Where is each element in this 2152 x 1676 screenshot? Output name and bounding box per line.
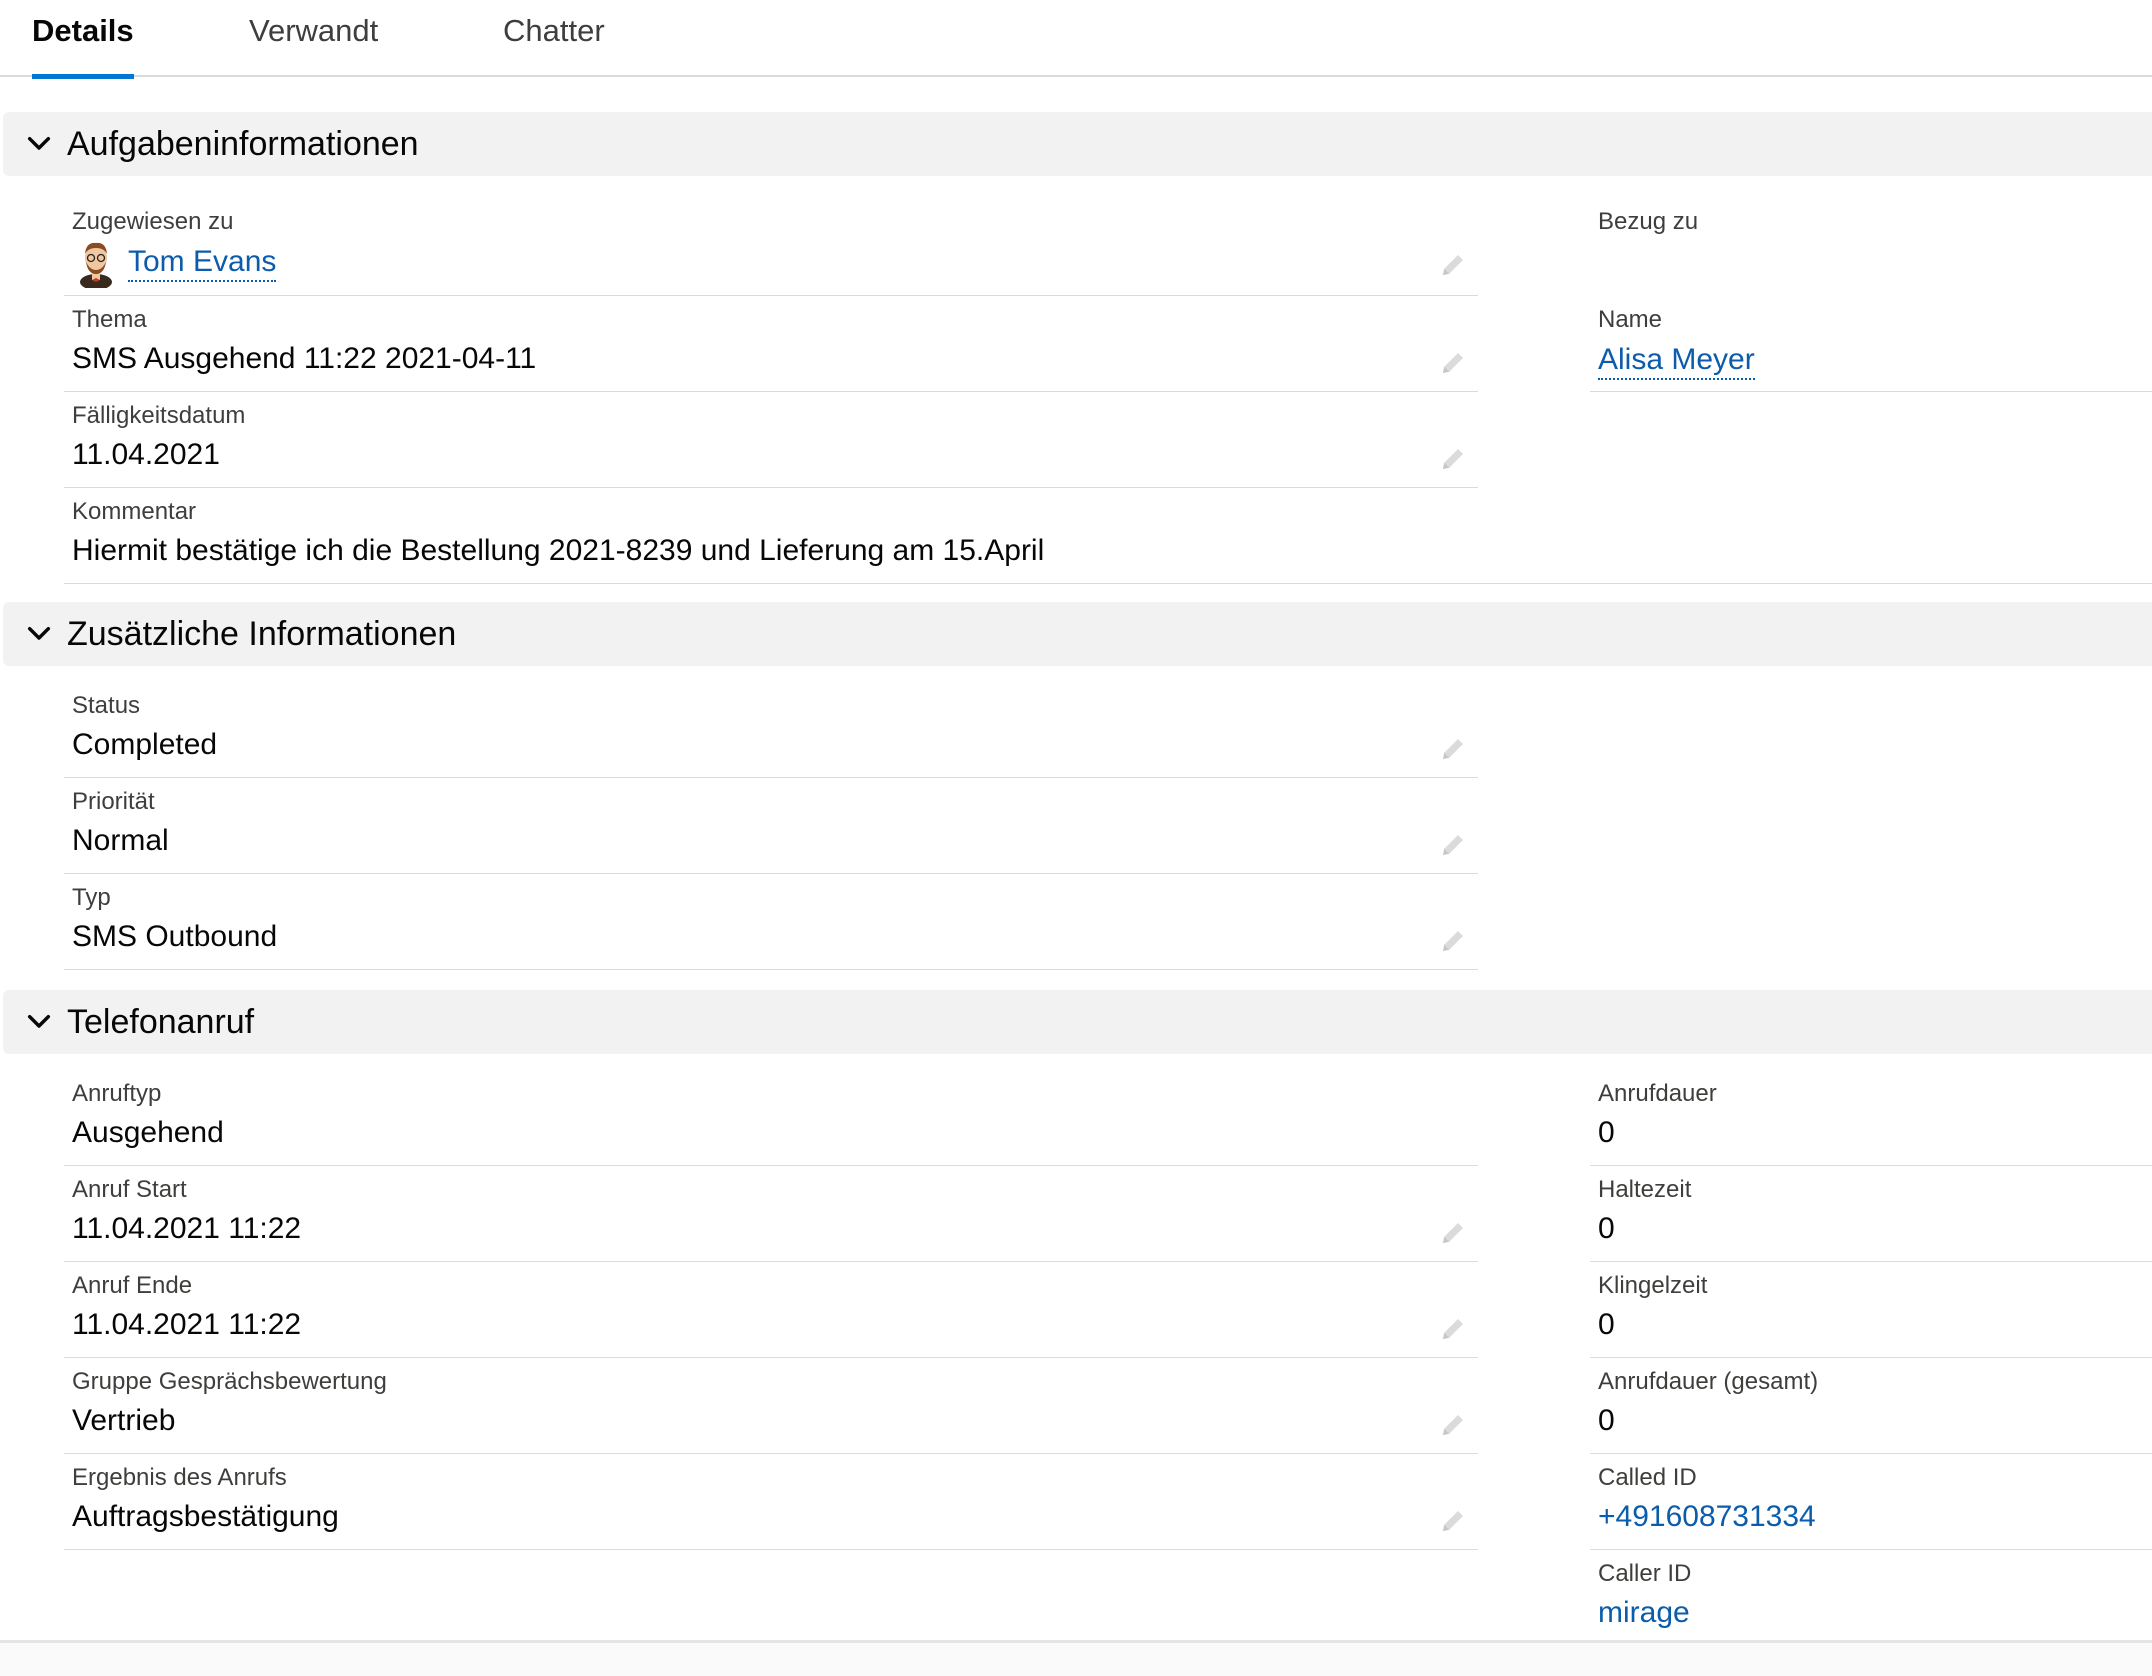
section-title: Zusätzliche Informationen xyxy=(67,615,457,653)
tab-chatter[interactable]: Chatter xyxy=(503,0,605,77)
field-called-id: Called ID +491608731334 xyxy=(1590,1454,2152,1550)
field-value: 11.04.2021 xyxy=(72,438,220,471)
field-type: Typ SMS Outbound xyxy=(64,874,1478,970)
section-header-phone-call[interactable]: Telefonanruf xyxy=(3,990,2152,1054)
tab-related[interactable]: Verwandt xyxy=(249,0,378,77)
field-label: Zugewiesen zu xyxy=(72,208,234,235)
field-assigned-to: Zugewiesen zu Tom Evans xyxy=(64,198,1478,296)
field-call-end: Anruf Ende 11.04.2021 11:22 xyxy=(64,1262,1478,1358)
pencil-icon[interactable] xyxy=(1438,348,1468,378)
pencil-icon[interactable] xyxy=(1438,250,1468,280)
chevron-down-icon xyxy=(27,1014,51,1028)
field-ring-time: Klingelzeit 0 xyxy=(1590,1262,2152,1358)
field-label: Name xyxy=(1598,306,1663,333)
field-value: Vertrieb xyxy=(72,1404,176,1437)
field-label: Typ xyxy=(72,884,111,911)
field-value: Auftragsbestätigung xyxy=(72,1500,339,1533)
section-title: Telefonanruf xyxy=(67,1003,255,1041)
chevron-down-icon xyxy=(27,136,51,150)
field-label: Priorität xyxy=(72,788,155,815)
field-status: Status Completed xyxy=(64,682,1478,778)
field-value: SMS Outbound xyxy=(72,920,278,953)
field-label: Anrufdauer (gesamt) xyxy=(1598,1368,1819,1395)
section-title: Aufgabeninformationen xyxy=(67,125,419,163)
field-label: Anruf Ende xyxy=(72,1272,193,1299)
field-related-to: Bezug zu xyxy=(1590,198,2152,296)
pencil-icon[interactable] xyxy=(1438,1410,1468,1440)
pencil-icon[interactable] xyxy=(1438,1506,1468,1536)
section-header-additional-info[interactable]: Zusätzliche Informationen xyxy=(3,602,2152,666)
tab-details[interactable]: Details xyxy=(32,0,134,79)
field-label: Anruftyp xyxy=(72,1080,162,1107)
field-value: Normal xyxy=(72,824,169,857)
field-hold-time: Haltezeit 0 xyxy=(1590,1166,2152,1262)
chevron-down-icon xyxy=(27,626,51,640)
field-label: Haltezeit xyxy=(1598,1176,1692,1203)
field-comment: Kommentar Hiermit bestätige ich die Best… xyxy=(64,488,2152,584)
field-rating-group: Gruppe Gesprächsbewertung Vertrieb xyxy=(64,1358,1478,1454)
field-label: Bezug zu xyxy=(1598,208,1699,235)
field-label: Called ID xyxy=(1598,1464,1697,1491)
field-subject: Thema SMS Ausgehend 11:22 2021-04-11 xyxy=(64,296,1478,392)
field-label: Thema xyxy=(72,306,147,333)
field-label: Fälligkeitsdatum xyxy=(72,402,246,429)
field-value: 11.04.2021 11:22 xyxy=(72,1308,302,1341)
field-label: Anruf Start xyxy=(72,1176,187,1203)
field-value: SMS Ausgehend 11:22 2021-04-11 xyxy=(72,342,537,375)
assigned-to-link[interactable]: Tom Evans xyxy=(128,244,277,282)
field-label: Gruppe Gesprächsbewertung xyxy=(72,1368,387,1395)
field-value: 0 xyxy=(1598,1212,1615,1245)
field-value: Hiermit bestätige ich die Bestellung 202… xyxy=(72,534,1045,567)
field-label: Klingelzeit xyxy=(1598,1272,1708,1299)
field-caller-id: Caller ID mirage xyxy=(1590,1550,2152,1646)
footer-strip xyxy=(0,1640,2152,1676)
field-priority: Priorität Normal xyxy=(64,778,1478,874)
field-value: 0 xyxy=(1598,1404,1615,1437)
field-label: Caller ID xyxy=(1598,1560,1692,1587)
user-avatar-icon[interactable] xyxy=(74,238,118,288)
field-label: Kommentar xyxy=(72,498,197,525)
pencil-icon[interactable] xyxy=(1438,830,1468,860)
field-name: Name Alisa Meyer xyxy=(1590,296,2152,392)
pencil-icon[interactable] xyxy=(1438,926,1468,956)
field-value: 11.04.2021 11:22 xyxy=(72,1212,302,1245)
pencil-icon[interactable] xyxy=(1438,1218,1468,1248)
tab-bar: Details Verwandt Chatter xyxy=(0,0,2152,79)
called-id-link[interactable]: +491608731334 xyxy=(1598,1500,1816,1534)
field-value: 0 xyxy=(1598,1308,1615,1341)
field-value: 0 xyxy=(1598,1116,1615,1149)
pencil-icon[interactable] xyxy=(1438,734,1468,764)
field-due-date: Fälligkeitsdatum 11.04.2021 xyxy=(64,392,1478,488)
field-label: Status xyxy=(72,692,141,719)
name-link[interactable]: Alisa Meyer xyxy=(1598,342,1755,380)
pencil-icon[interactable] xyxy=(1438,444,1468,474)
field-call-duration: Anrufdauer 0 xyxy=(1590,1070,2152,1166)
field-total-duration: Anrufdauer (gesamt) 0 xyxy=(1590,1358,2152,1454)
field-call-start: Anruf Start 11.04.2021 11:22 xyxy=(64,1166,1478,1262)
field-value: Completed xyxy=(72,728,218,761)
section-header-task-info[interactable]: Aufgabeninformationen xyxy=(3,112,2152,176)
field-label: Anrufdauer xyxy=(1598,1080,1717,1107)
field-value: Ausgehend xyxy=(72,1116,224,1149)
field-call-result: Ergebnis des Anrufs Auftragsbestätigung xyxy=(64,1454,1478,1550)
pencil-icon[interactable] xyxy=(1438,1314,1468,1344)
field-label: Ergebnis des Anrufs xyxy=(72,1464,287,1491)
caller-id-link[interactable]: mirage xyxy=(1598,1596,1690,1630)
field-call-type: Anruftyp Ausgehend xyxy=(64,1070,1478,1166)
